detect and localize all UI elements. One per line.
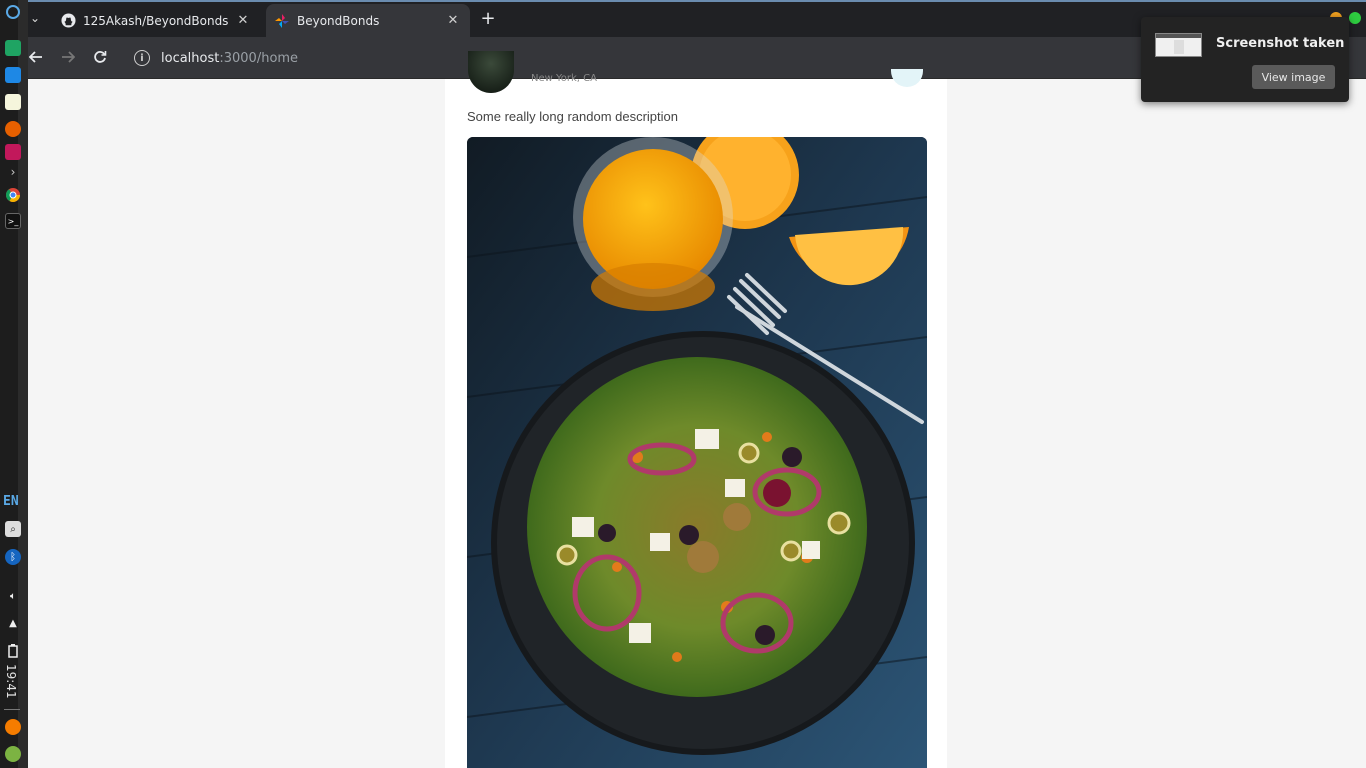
view-image-button[interactable]: View image (1252, 65, 1335, 89)
close-icon[interactable]: ✕ (234, 12, 252, 30)
tab-github[interactable]: 125Akash/BeyondBonds ✕ (52, 4, 260, 37)
tab-beyondbonds[interactable]: BeyondBonds ✕ (266, 4, 470, 37)
screenshot-thumbnail[interactable] (1155, 33, 1202, 57)
github-icon (60, 13, 76, 29)
post-image[interactable] (467, 137, 927, 768)
screenshot-notification[interactable]: Screenshot taken View image (1141, 17, 1349, 102)
address-bar[interactable]: i localhost:3000/home (124, 44, 1124, 72)
chevron-right-icon[interactable]: › (5, 164, 21, 180)
post-location: New York, CA (531, 73, 597, 84)
url-path: :3000/home (219, 50, 299, 66)
post-card: New York, CA Some really long random des… (445, 51, 947, 768)
tab-title: 125Akash/BeyondBonds (83, 13, 229, 28)
system-clock[interactable]: 19:41 (4, 664, 18, 699)
close-icon[interactable]: ✕ (444, 12, 462, 30)
bluetooth-icon[interactable]: ᛒ (5, 549, 21, 565)
avatar[interactable] (468, 51, 514, 93)
volume-icon[interactable]: 🔈︎ (5, 588, 21, 604)
dock-divider (4, 709, 20, 710)
store-app-icon[interactable] (5, 67, 21, 83)
notes-app-icon[interactable] (5, 94, 21, 110)
power-icon[interactable] (5, 746, 21, 762)
site-info-icon[interactable]: i (134, 50, 150, 66)
terminal-app-icon[interactable] (5, 144, 21, 160)
lock-icon[interactable] (5, 719, 21, 735)
window-top-border (28, 0, 1366, 2)
reload-icon[interactable] (90, 47, 110, 67)
notification-title: Screenshot taken (1216, 36, 1345, 51)
maximize-window-icon[interactable] (1349, 12, 1361, 24)
browser-app-icon[interactable] (5, 4, 21, 20)
page-viewport: New York, CA Some really long random des… (28, 51, 1366, 768)
post-description: Some really long random description (467, 109, 678, 124)
forward-arrow-icon[interactable] (58, 47, 78, 67)
console-app-icon[interactable]: >_ (5, 213, 21, 229)
follow-button[interactable] (891, 69, 923, 87)
url-host: localhost (161, 50, 220, 66)
beyondbonds-logo-icon (274, 13, 290, 29)
os-dock: › >_ EN ⌕ ᛒ 🔈︎ ▲ 19:41 (0, 0, 28, 768)
chrome-app-icon[interactable] (5, 187, 21, 203)
sheets-app-icon[interactable] (5, 40, 21, 56)
tab-title: BeyondBonds (297, 13, 380, 28)
keyboard-layout-indicator[interactable]: EN (3, 494, 19, 509)
firefox-app-icon[interactable] (5, 121, 21, 137)
tab-search-chevron-down-icon[interactable]: ⌄ (28, 8, 42, 28)
search-icon[interactable]: ⌕ (5, 521, 21, 537)
notification-bell-icon[interactable]: ▲ (5, 615, 21, 631)
back-arrow-icon[interactable] (26, 47, 46, 67)
new-tab-plus-icon[interactable]: + (478, 9, 498, 29)
battery-icon (5, 643, 21, 659)
